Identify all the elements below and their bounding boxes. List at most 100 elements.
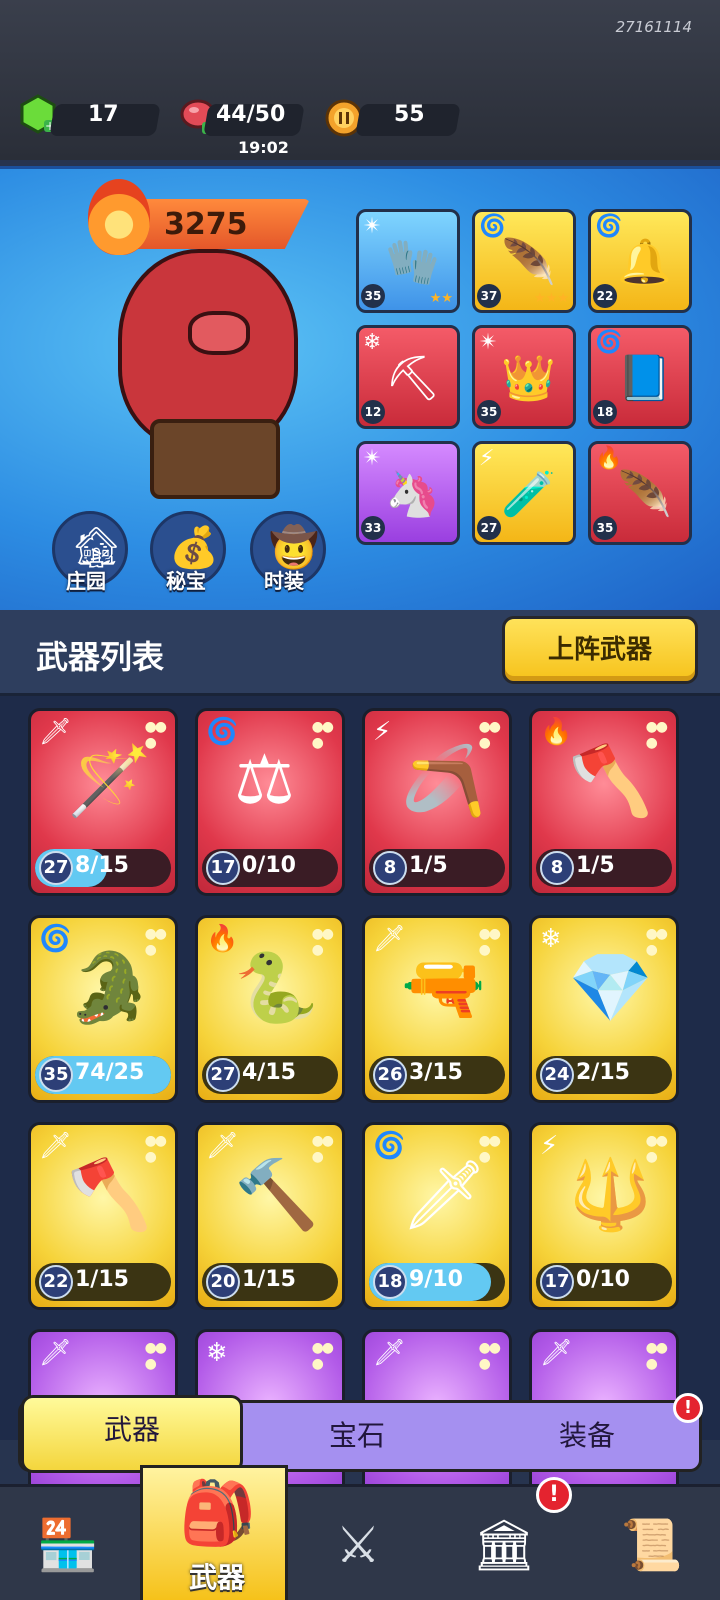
sword-element-icon: 🗡 (540, 1338, 574, 1368)
mace-icon: 🔱 (568, 1156, 653, 1235)
hero-panel: 3275 🏚 庄园 💰 秘宝 🤠 时装 ✴ 🧤 35 ★★ 🌀 🪶 37 ★★★ 🌀 🔔 22 ❄ ⛏ 1… (0, 166, 720, 610)
equipped-slot[interactable]: ✴ 👑 35 (472, 325, 576, 429)
building-icon: 🏛 (472, 1516, 536, 1574)
equipped-level: 18 (593, 400, 617, 424)
equipped-level: 35 (361, 284, 385, 308)
progress-bar: 26 3/15 (369, 1056, 505, 1094)
weapon-progress: 0/10 (576, 1267, 630, 1292)
gem-count: 17 (88, 102, 119, 127)
weapon-level: 27 (39, 851, 73, 885)
weapon-card[interactable]: 🌀 ●● ● ⚖ 17 0/10 (195, 708, 345, 896)
weapon-progress: 1/15 (242, 1267, 296, 1292)
weapon-progress: 4/15 (242, 1060, 296, 1085)
weapon-card[interactable]: 🗡 ●● ● 🔫 26 3/15 (362, 915, 512, 1103)
feather-staff-icon: 🪶 (617, 469, 672, 520)
pistol-icon: 🔫 (401, 949, 486, 1028)
equipped-slot[interactable]: ❄ ⛏ 12 (356, 325, 460, 429)
energy-timer: 19:02 (238, 138, 289, 157)
anvil-icon: ⚖ (234, 741, 295, 820)
axe-icon: 🪓 (568, 742, 653, 821)
scroll-nav-button[interactable]: 📜 (612, 1505, 692, 1585)
equipped-slot[interactable]: 🔥 🪶 35 (588, 441, 692, 545)
weapon-card[interactable]: 🌀 ●● ● 🗡 18 9/10 (362, 1122, 512, 1310)
equipped-slot[interactable]: ✴ 🦄 33 (356, 441, 460, 545)
battle-nav-button[interactable]: ⚔ (318, 1505, 398, 1585)
crocodile-bow-icon: 🐊 (67, 949, 152, 1028)
rank-dots: ●● ● (311, 719, 334, 751)
weapon-level: 24 (540, 1058, 574, 1092)
weapon-level: 17 (540, 1265, 574, 1299)
weapon-card[interactable]: ⚡ ●● ● 🪃 8 1/5 (362, 708, 512, 896)
weapon-grid: 🗡 ●● ● 🪄 27 8/15 🌀 ●● ● ⚖ 17 0/10 ⚡ ●● ● 🪃 8 1/5 🔥 ●● ● 🪓 8 1/5… (0, 696, 720, 1517)
building-alert-badge: ! (536, 1477, 572, 1513)
weapons-nav-button[interactable]: 🎒 武器 (140, 1465, 288, 1600)
equipped-slot[interactable]: 🌀 🪶 37 ★★★ (472, 209, 576, 313)
equipped-slot[interactable]: ✴ 🧤 35 ★★ (356, 209, 460, 313)
weapon-list-title: 武器列表 (36, 638, 165, 676)
weapon-progress: 1/5 (576, 853, 615, 878)
weapon-progress: 2/15 (576, 1060, 630, 1085)
equipped-level: 27 (477, 516, 501, 540)
weapon-progress: 74/25 (75, 1060, 145, 1085)
weapon-card[interactable]: 🔥 ●● ● 🐍 27 4/15 (195, 915, 345, 1103)
equipped-slot[interactable]: 🌀 🔔 22 (588, 209, 692, 313)
weapon-level: 8 (540, 851, 574, 885)
rank-dots: ●● ● (311, 1340, 334, 1372)
glove-icon: 🧤 (385, 237, 440, 288)
ice-element-icon: ❄ (206, 1338, 228, 1368)
progress-bar: 35 74/25 (35, 1056, 171, 1094)
spear-icon: 🗡 (401, 1156, 488, 1235)
progress-bar: 27 4/15 (202, 1056, 338, 1094)
battle-axe-icon: 🪓 (67, 1156, 152, 1235)
equipped-slot[interactable]: 🌀 📘 18 (588, 325, 692, 429)
progress-bar: 24 2/15 (536, 1056, 672, 1094)
pickaxe-icon: ⛏ (385, 353, 441, 404)
weapon-progress: 8/15 (75, 853, 129, 878)
equipped-level: 12 (361, 400, 385, 424)
spark-element-icon: ✴ (363, 214, 382, 239)
spellbook-icon: 📘 (617, 353, 672, 404)
weapon-level: 17 (206, 851, 240, 885)
weapon-card[interactable]: ⚡ ●● ● 🔱 17 0/10 (529, 1122, 679, 1310)
tab-gems[interactable]: 宝石 (247, 1403, 467, 1469)
equipped-level: 35 (477, 400, 501, 424)
weapon-level: 8 (373, 851, 407, 885)
manor-icon: 🏚 (71, 525, 122, 571)
shop-nav-button[interactable]: 🏪 (28, 1505, 108, 1585)
crystal-horn-icon: 🦄 (385, 469, 440, 520)
lightning-element-icon: ⚡ (373, 717, 392, 747)
weapon-level: 18 (373, 1265, 407, 1299)
scepter-icon: 🪄 (67, 742, 152, 821)
treasure-label: 秘宝 (166, 569, 206, 593)
weapon-card[interactable]: 🔥 ●● ● 🪓 8 1/5 (529, 708, 679, 896)
deploy-weapons-button[interactable]: 上阵武器 (502, 616, 698, 684)
spark-element-icon: ✴ (363, 446, 382, 471)
shop-icon: 🏪 (36, 1516, 100, 1574)
scroll-icon: 📜 (620, 1516, 684, 1574)
backpack-icon: 🎒 (179, 1476, 257, 1549)
crown-icon: 👑 (501, 353, 556, 404)
equipped-slot[interactable]: ⚡ 🧪 27 (472, 441, 576, 545)
costume-label: 时装 (264, 569, 304, 593)
weapon-level: 22 (39, 1265, 73, 1299)
weapon-card[interactable]: ❄ ●● ● 💎 24 2/15 (529, 915, 679, 1103)
weapon-card[interactable]: 🌀 ●● ● 🐊 35 74/25 (28, 915, 178, 1103)
feather-icon: 🪶 (501, 237, 556, 288)
weapon-progress: 1/5 (409, 853, 448, 878)
weapons-nav-label: 武器 (188, 1561, 245, 1594)
coin-count: 55 (394, 102, 425, 127)
bell-icon: 🔔 (617, 237, 672, 288)
weapon-level: 26 (373, 1058, 407, 1092)
tab-equipment[interactable]: 装备 (477, 1403, 697, 1469)
building-nav-button[interactable]: 🏛 (464, 1505, 544, 1585)
weapon-card[interactable]: 🗡 ●● ● 🔨 20 1/15 (195, 1122, 345, 1310)
star-rating: ★★ (429, 291, 453, 306)
tab-weapons[interactable]: 武器 (21, 1397, 243, 1463)
costume-icon: 🤠 (269, 525, 319, 571)
ice-element-icon: ❄ (363, 330, 382, 355)
weapon-card[interactable]: 🗡 ●● ● 🪓 22 1/15 (28, 1122, 178, 1310)
progress-bar: 20 1/15 (202, 1263, 338, 1301)
serpent-icon: 🐍 (234, 949, 319, 1028)
sword-element-icon: 🗡 (39, 1338, 73, 1368)
weapon-card[interactable]: 🗡 ●● ● 🪄 27 8/15 (28, 708, 178, 896)
